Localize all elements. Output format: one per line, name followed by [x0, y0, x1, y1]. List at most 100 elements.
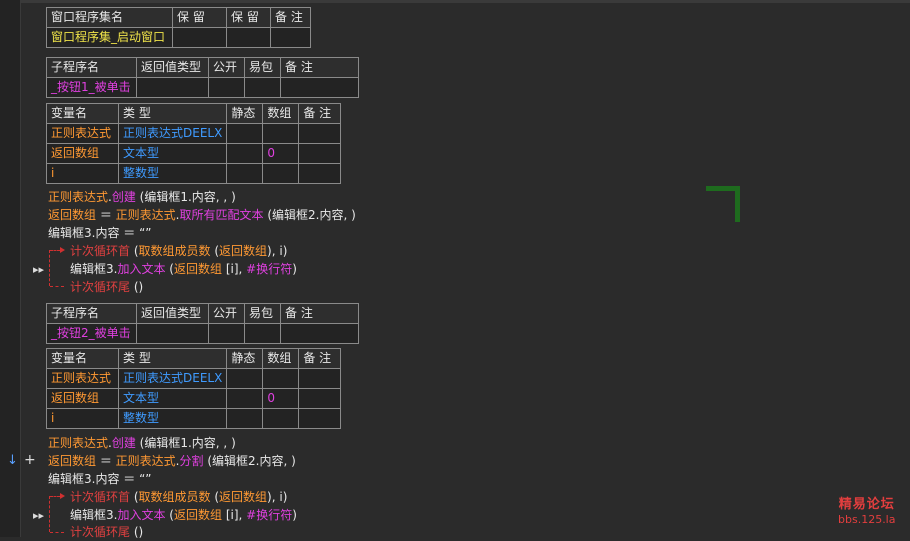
table-cell[interactable]: [226, 123, 264, 144]
watermark-url: bbs.125.la: [838, 513, 896, 526]
code-punct: (: [165, 508, 174, 522]
table-cell[interactable]: [262, 163, 300, 184]
plus-icon[interactable]: +: [24, 453, 36, 467]
code-punct: ＝: [119, 472, 140, 486]
table-cell[interactable]: [226, 388, 264, 409]
variable-type-cell[interactable]: 正则表达式DEELX: [117, 368, 228, 389]
code-loop-keyword: 计次循环首: [70, 490, 131, 504]
code-line[interactable]: 正则表达式.创建 (编辑框1.内容, , ): [48, 188, 236, 206]
code-line[interactable]: 计次循环首 (取数组成员数 (返回数组), i): [70, 488, 287, 506]
code-line[interactable]: 返回数组 ＝ 正则表达式.分割 (编辑框2.内容, ): [48, 452, 296, 470]
expand-marker-icon[interactable]: ▸▸: [33, 264, 44, 276]
array-dim-cell[interactable]: 0: [262, 143, 300, 164]
header-cell: 备 注: [280, 303, 359, 324]
code-line[interactable]: 计次循环尾 (): [70, 278, 143, 296]
variable-type-cell[interactable]: 文本型: [117, 388, 228, 409]
table-cell[interactable]: [208, 77, 245, 98]
table-cell[interactable]: [298, 123, 342, 144]
code-loop-keyword: 计次循环尾: [70, 280, 131, 294]
table-cell[interactable]: [262, 123, 300, 144]
code-object: 编辑框3: [70, 508, 114, 522]
table-row: i 整数型: [46, 408, 342, 429]
code-line[interactable]: 编辑框3.加入文本 (返回数组 [i], #换行符): [70, 260, 297, 278]
variable-name-cell[interactable]: 正则表达式: [46, 368, 119, 389]
variable-name-cell[interactable]: 返回数组: [46, 143, 119, 164]
code-method: 加入文本: [117, 262, 166, 276]
table-cell[interactable]: [298, 163, 342, 184]
table-cell[interactable]: [244, 323, 281, 344]
code-method: 创建: [111, 190, 136, 204]
loop-connector: [50, 496, 60, 497]
code-line[interactable]: 编辑框3.内容 ＝ “”: [48, 224, 152, 242]
code-lhs: 编辑框3.内容: [48, 472, 120, 486]
subroutine-table-2: 子程序名 返回值类型 公开 易包 备 注 _按钮2_被单击: [46, 303, 359, 344]
table-cell[interactable]: [172, 27, 227, 48]
header-cell: 变量名: [46, 348, 119, 369]
table-cell[interactable]: [280, 77, 359, 98]
variable-name-cell[interactable]: i: [46, 408, 119, 429]
header-cell: 备 注: [298, 348, 342, 369]
table-cell[interactable]: [298, 408, 342, 429]
code-args: ), i): [267, 490, 288, 504]
code-constant: #换行符: [246, 262, 293, 276]
code-punct: (: [165, 262, 174, 276]
table-cell[interactable]: [270, 27, 311, 48]
forum-watermark: 精易论坛 bbs.125.la: [838, 497, 895, 527]
expand-marker-icon[interactable]: ▸▸: [33, 510, 44, 522]
header-cell: 返回值类型: [136, 57, 209, 78]
code-object: 编辑框3: [70, 262, 114, 276]
table-cell[interactable]: [226, 27, 271, 48]
code-variable: 返回数组: [173, 508, 222, 522]
table-cell[interactable]: [262, 368, 300, 389]
code-punct: ＝: [96, 454, 116, 468]
code-variable: 返回数组: [48, 454, 97, 468]
table-cell[interactable]: [208, 323, 245, 344]
code-punct: ): [292, 508, 297, 522]
assembly-name-cell[interactable]: 窗口程序集_启动窗口: [46, 27, 173, 48]
array-dim-cell[interactable]: 0: [262, 388, 300, 409]
code-line[interactable]: 编辑框3.内容 ＝ “”: [48, 470, 152, 488]
header-cell: 备 注: [298, 103, 342, 124]
table-cell[interactable]: [298, 143, 342, 164]
variable-name-cell[interactable]: 返回数组: [46, 388, 119, 409]
assembly-table: 窗口程序集名 保 留 保 留 备 注 窗口程序集_启动窗口: [46, 7, 311, 48]
table-cell[interactable]: [226, 408, 264, 429]
table-cell[interactable]: [262, 408, 300, 429]
table-cell[interactable]: [226, 143, 264, 164]
table-cell[interactable]: [226, 163, 264, 184]
code-method: 加入文本: [117, 508, 166, 522]
header-cell: 备 注: [280, 57, 359, 78]
table-cell[interactable]: [226, 368, 264, 389]
loop-connector: [49, 250, 50, 286]
code-args: [i],: [222, 262, 247, 276]
code-line[interactable]: 正则表达式.创建 (编辑框1.内容, , ): [48, 434, 236, 452]
header-cell: 返回值类型: [136, 303, 209, 324]
table-cell[interactable]: [280, 323, 359, 344]
subroutine-name-cell[interactable]: _按钮1_被单击: [46, 77, 137, 98]
variable-name-cell[interactable]: 正则表达式: [46, 123, 119, 144]
table-cell[interactable]: [298, 368, 342, 389]
code-function: 取数组成员数: [138, 244, 211, 258]
header-cell: 数组: [262, 103, 300, 124]
code-line[interactable]: 返回数组 ＝ 正则表达式.取所有匹配文本 (编辑框2.内容, ): [48, 206, 356, 224]
variable-type-cell[interactable]: 文本型: [117, 143, 228, 164]
table-cell[interactable]: [136, 77, 209, 98]
table-cell[interactable]: [136, 323, 209, 344]
header-cell: 窗口程序集名: [46, 7, 173, 28]
loop-connector: [50, 286, 64, 287]
variable-type-cell[interactable]: 整数型: [117, 408, 228, 429]
code-line[interactable]: 编辑框3.加入文本 (返回数组 [i], #换行符): [70, 506, 297, 524]
code-args: (编辑框2.内容, ): [263, 208, 356, 222]
table-cell[interactable]: [244, 77, 281, 98]
table-cell[interactable]: [298, 388, 342, 409]
header-cell: 易包: [244, 303, 281, 324]
variable-type-cell[interactable]: 整数型: [117, 163, 228, 184]
code-variable: 返回数组: [173, 262, 222, 276]
variable-name-cell[interactable]: i: [46, 163, 119, 184]
variable-type-cell[interactable]: 正则表达式DEELX: [117, 123, 228, 144]
code-line[interactable]: 计次循环尾 (): [70, 523, 143, 541]
variable-table-1: 变量名 类 型 静态 数组 备 注 正则表达式 正则表达式DEELX 返回数组 …: [46, 103, 342, 184]
code-line[interactable]: 计次循环首 (取数组成员数 (返回数组), i): [70, 242, 287, 260]
subroutine-name-cell[interactable]: _按钮2_被单击: [46, 323, 137, 344]
code-punct: (: [210, 490, 220, 504]
